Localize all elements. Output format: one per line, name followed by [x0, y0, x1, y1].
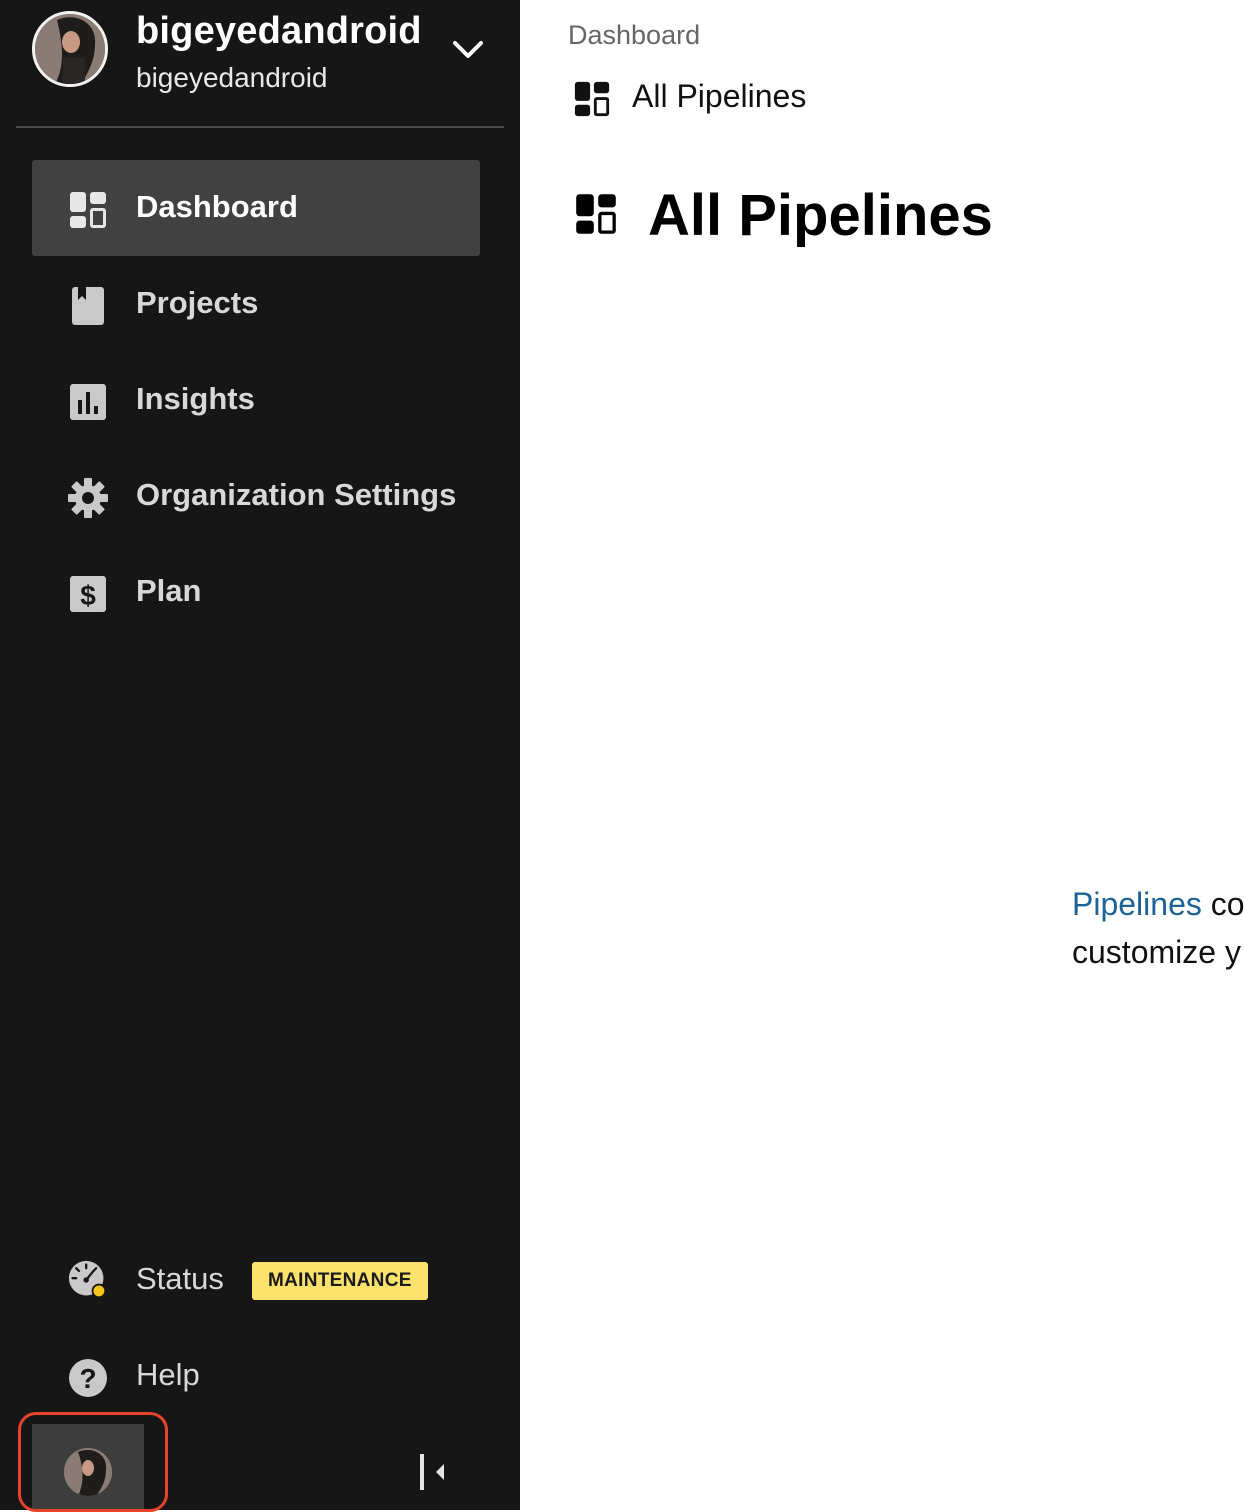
chevron-down-icon[interactable] [450, 34, 486, 64]
pipelines-link[interactable]: Pipelines [1072, 886, 1202, 922]
breadcrumb-current-label: All Pipelines [632, 78, 807, 114]
sidebar-item-plan[interactable]: $ Plan [32, 544, 480, 640]
org-name: bigeyedandroid [136, 10, 422, 52]
empty-state-line2: customize y [1072, 934, 1241, 970]
sidebar-item-label: Plan [136, 573, 202, 608]
sidebar-item-dashboard[interactable]: Dashboard [32, 160, 480, 256]
bar-chart-icon [70, 384, 106, 420]
svg-text:$: $ [80, 580, 96, 611]
sidebar-item-projects[interactable]: Projects [32, 256, 480, 352]
sidebar-item-label: Projects [136, 285, 259, 320]
question-icon: ? [69, 1359, 107, 1397]
status-badge: MAINTENANCE [252, 1262, 428, 1300]
sidebar-item-insights[interactable]: Insights [32, 352, 480, 448]
empty-state-text: Pipelines co customize y [1072, 880, 1244, 976]
sidebar-item-help[interactable]: ? Help [32, 1328, 480, 1424]
gear-icon [68, 478, 108, 518]
sidebar-item-organization-settings[interactable]: Organization Settings [32, 448, 480, 544]
highlight-outline [18, 1412, 168, 1512]
sidebar: bigeyedandroid bigeyedandroid Dashboard … [0, 0, 520, 1512]
breadcrumb-dashboard[interactable]: Dashboard [568, 20, 700, 51]
main-content: Dashboard All Pipelines All Pipelines Pi… [520, 0, 1244, 1510]
sidebar-item-label: Organization Settings [136, 477, 457, 512]
dashboard-icon [574, 81, 610, 117]
org-avatar [32, 11, 108, 87]
book-icon [72, 287, 104, 325]
empty-state-line1: co [1201, 886, 1244, 922]
page-title-text: All Pipelines [648, 183, 993, 248]
dollar-icon: $ [70, 576, 106, 612]
sidebar-item-label: Help [136, 1357, 200, 1392]
sidebar-item-status[interactable]: Status MAINTENANCE [32, 1232, 480, 1328]
org-handle: bigeyedandroid [136, 62, 328, 93]
collapse-sidebar-icon[interactable] [412, 1452, 452, 1492]
sidebar-item-label: Dashboard [136, 189, 298, 224]
org-switcher[interactable]: bigeyedandroid bigeyedandroid [0, 0, 520, 128]
dashboard-icon [576, 194, 616, 234]
dashboard-icon [70, 192, 106, 228]
sidebar-item-label: Insights [136, 381, 255, 416]
svg-text:?: ? [79, 1363, 96, 1394]
speedometer-icon [68, 1260, 107, 1299]
sidebar-divider [16, 126, 504, 128]
sidebar-item-label: Status [136, 1261, 224, 1296]
